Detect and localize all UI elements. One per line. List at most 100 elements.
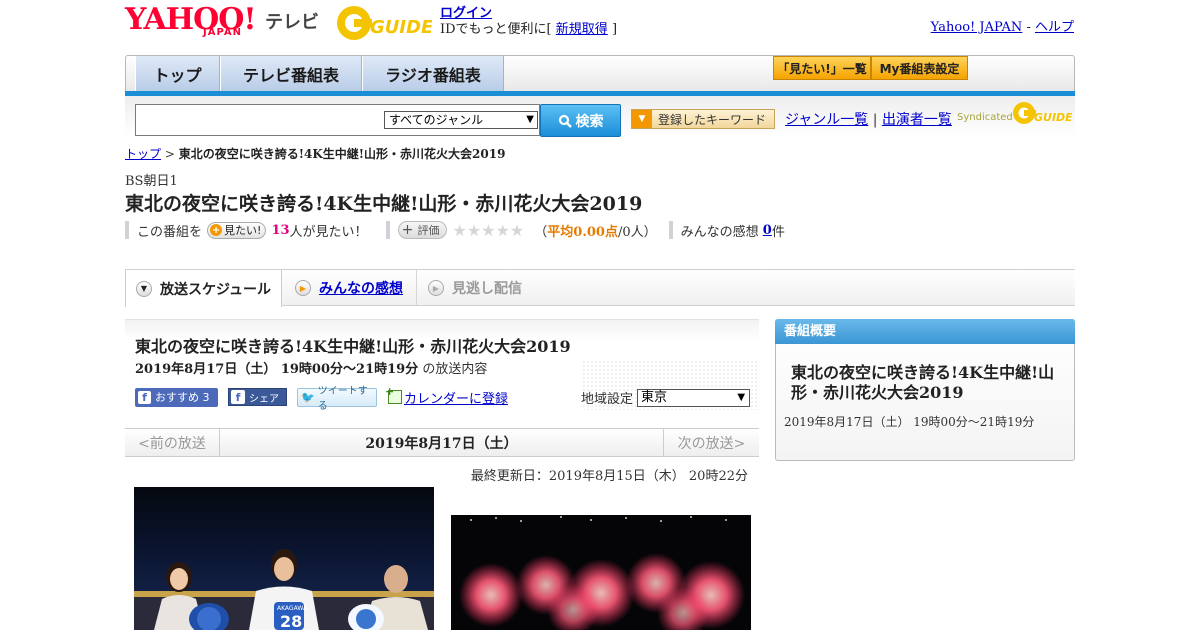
tweet-button[interactable]: 🐦 ツイートする <box>297 386 377 412</box>
search-button[interactable]: 検索 <box>540 104 621 137</box>
genre-list-link[interactable]: ジャンル一覧 <box>785 112 868 128</box>
chevron-right-icon: ▶ <box>428 280 444 296</box>
gguide-small-logo: GUIDE <box>1013 102 1072 124</box>
divider <box>125 221 129 239</box>
divider <box>668 221 673 239</box>
last-updated: 最終更新日：2019年8月15日（木） 20時22分 <box>470 469 748 484</box>
tab-schedule-label: 放送スケジュール <box>160 281 272 298</box>
tab-kanso-link[interactable]: みんなの感想 <box>319 278 403 298</box>
tweet-label: ツイートする <box>317 386 368 412</box>
search-button-label: 検索 <box>575 113 604 130</box>
tab-minogashi-label: 見逃し配信 <box>452 281 522 297</box>
region-select[interactable]: 東京 ▼ <box>637 388 751 407</box>
hyouka-button-label: 評価 <box>417 224 440 237</box>
header-links: Yahoo! JAPAN - ヘルプ <box>931 16 1074 35</box>
genre-select-value: すべてのジャンル <box>389 113 484 127</box>
mitai-list-button[interactable]: 「見たい!」一覧 <box>773 56 871 80</box>
nav-tab-top[interactable]: トップ <box>135 56 220 91</box>
broadcast-datetime-value: 2019年8月17日（土） 19時00分～21時19分 <box>135 362 419 377</box>
my-bangumi-button[interactable]: My番組表設定 <box>871 56 968 80</box>
broadcast-datetime: 2019年8月17日（土） 19時00分～21時19分 の放送内容 <box>135 358 487 377</box>
genre-links-divider: | <box>872 112 878 128</box>
avg-open: （ <box>534 224 548 240</box>
prev-broadcast-button[interactable]: <前の放送 <box>125 429 220 456</box>
program-summary-time: 2019年8月17日（土） 19時00分～21時19分 <box>784 415 1035 429</box>
current-broadcast-date: 2019年8月17日（土） <box>365 435 518 452</box>
plus-icon: + <box>401 222 414 238</box>
signup-link[interactable]: 新規取得 <box>556 22 608 37</box>
mitai-suffix: 人が見たい！ <box>289 224 368 240</box>
kanso-label: みんなの感想 <box>680 224 759 240</box>
jersey-number: 28 <box>280 612 302 630</box>
divider <box>385 221 390 239</box>
plus-icon: + <box>210 224 223 236</box>
tab-minogashi[interactable]: ▶ 見逃し配信 <box>418 270 558 306</box>
keyword-button[interactable]: ▼ 登録したキーワード <box>631 109 775 129</box>
yahoo-japan-logo-text: JAPAN <box>203 27 242 38</box>
broadcast-title: 東北の夜空に咲き誇る!4K生中継!山形・赤川花火大会2019 <box>135 337 571 356</box>
broadcast-datetime-suffix: の放送内容 <box>418 362 488 377</box>
mitai-button-label: 見たい! <box>224 224 262 237</box>
gguide-small-logo-text: GUIDE <box>1034 111 1072 124</box>
photo-fireworks-illustration <box>459 516 745 630</box>
rating-stars: ★★★★★ <box>452 220 525 240</box>
photo-hosts-illustration: AKAGAWA 28 <box>134 549 434 630</box>
channel-name: BS朝日1 <box>125 174 178 189</box>
calendar-register-link[interactable]: カレンダーに登録 <box>404 388 508 407</box>
login-link[interactable]: ログイン <box>440 6 492 21</box>
tv-logo-text[interactable]: テレビ <box>265 8 319 34</box>
region-setting: 地域設定 東京 ▼ <box>581 388 751 407</box>
dropdown-arrow-icon: ▼ <box>737 391 746 403</box>
program-summary-title: 東北の夜空に咲き誇る!4K生中継!山形・赤川花火大会2019 <box>791 363 1055 402</box>
calendar-add-icon <box>385 385 402 404</box>
program-photo-hosts: AKAGAWA 28 <box>134 487 434 630</box>
keyword-button-label: 登録したキーワード <box>658 112 767 127</box>
share-row: f おすすめ 3 f シェア 🐦ツイートする カレンダーに登録 <box>135 385 508 412</box>
tab-kanso[interactable]: ▶ みんなの感想 <box>283 270 417 306</box>
kanso-count-link[interactable]: 0 <box>763 223 772 238</box>
hyouka-button[interactable]: + 評価 <box>397 221 447 239</box>
program-summary-heading: 番組概要 <box>775 319 1075 344</box>
breadcrumb: トップ > 東北の夜空に咲き誇る!4K生中継!山形・赤川花火大会2019 <box>125 145 505 162</box>
average-rating: 平均0.00点 <box>547 224 618 240</box>
performer-list-link[interactable]: 出演者一覧 <box>882 112 952 128</box>
calendar-register[interactable]: カレンダーに登録 <box>385 385 508 407</box>
dropdown-arrow-icon: ▼ <box>526 114 534 125</box>
breadcrumb-top-link[interactable]: トップ <box>125 147 161 161</box>
facebook-like-label: おすすめ 3 <box>155 391 210 404</box>
rating-count: /0人） <box>617 224 657 240</box>
gguide-logo-text: GUIDE <box>370 17 432 38</box>
yahoo-japan-link[interactable]: Yahoo! JAPAN <box>931 20 1023 35</box>
mitai-count: 13 <box>271 222 290 238</box>
facebook-share-button[interactable]: f シェア <box>228 388 287 406</box>
syndicated-label: Syndicated <box>957 112 1013 123</box>
gguide-logo[interactable]: GUIDE <box>334 4 432 42</box>
header-separator: - <box>1026 20 1031 35</box>
chevron-right-icon: ▶ <box>295 280 311 296</box>
genre-links: ジャンル一覧 | 出演者一覧 <box>785 109 952 129</box>
breadcrumb-separator: > <box>164 147 175 161</box>
facebook-like-button[interactable]: f おすすめ 3 <box>135 387 218 407</box>
mitai-prefix: この番組を <box>137 224 203 240</box>
login-sub-suffix: ] <box>611 22 618 37</box>
next-broadcast-button[interactable]: 次の放送> <box>663 429 759 456</box>
program-photo-fireworks <box>451 515 751 630</box>
nav-tab-radio-schedule[interactable]: ラジオ番組表 <box>362 56 504 91</box>
search-icon <box>558 114 572 128</box>
facebook-icon: f <box>138 390 151 404</box>
login-sub-prefix: IDでもっと便利に[ <box>440 22 552 37</box>
region-select-value: 東京 <box>641 389 668 405</box>
chevron-down-icon: ▼ <box>136 280 152 297</box>
region-label: 地域設定 <box>581 392 634 407</box>
genre-select[interactable]: すべてのジャンル ▼ <box>384 111 538 129</box>
mitai-button[interactable]: + 見たい! <box>207 221 267 239</box>
program-stats-row: この番組を + 見たい! 13 人が見たい！ + 評価 ★★★★★ （平均0.00点… <box>125 220 785 240</box>
help-link[interactable]: ヘルプ <box>1035 20 1074 35</box>
facebook-share-label: シェア <box>249 393 279 405</box>
twitter-bird-icon: 🐦 <box>301 390 315 404</box>
tab-schedule[interactable]: ▼ 放送スケジュール <box>125 270 282 307</box>
nav-tab-tv-schedule[interactable]: テレビ番組表 <box>220 56 362 91</box>
jersey-name: AKAGAWA <box>277 605 308 612</box>
facebook-icon: f <box>231 390 245 404</box>
triangle-down-icon: ▼ <box>632 110 652 128</box>
